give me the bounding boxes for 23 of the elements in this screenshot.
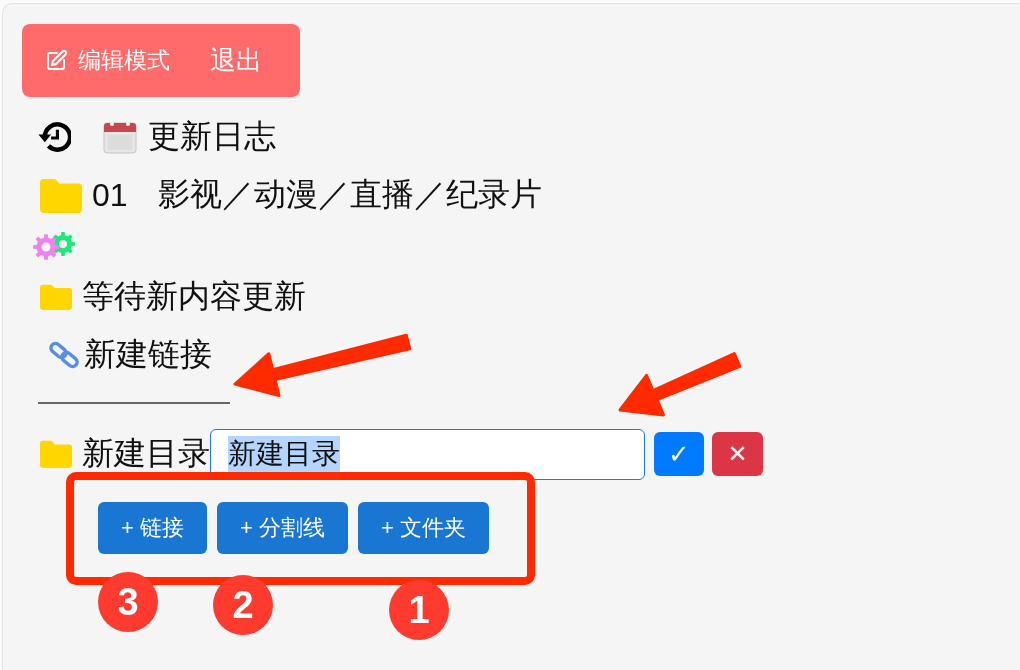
tree-item-label[interactable]: 等待新内容更新 [82, 275, 306, 319]
edit-icon [46, 49, 68, 72]
step-number: 1 [389, 580, 449, 640]
tree-item-label[interactable]: 新建目录 [82, 432, 210, 476]
folder-icon [40, 284, 72, 310]
add-item-button[interactable]: + 文件夹 [357, 502, 489, 554]
history-icon [38, 119, 71, 155]
folder-number[interactable]: 01 [92, 176, 128, 214]
add-item-button[interactable]: + 分割线 [216, 502, 348, 554]
tree-item-label[interactable]: 更新日志 [148, 115, 276, 159]
mode-label: 编辑模式 [78, 46, 170, 75]
cancel-button[interactable]: ✕ [712, 432, 763, 476]
step-number: 3 [98, 572, 158, 632]
step-number: 2 [213, 575, 273, 635]
folder-icon [40, 177, 82, 213]
folder-icon [40, 440, 72, 468]
add-item-button[interactable]: + 链接 [98, 502, 207, 554]
tree-item-label[interactable]: 影视／动漫／直播／纪录片 [157, 173, 542, 217]
tree-item-label[interactable]: 新建链接 [84, 333, 212, 377]
gears-icon[interactable] [33, 231, 75, 261]
confirm-button[interactable]: ✓ [654, 432, 704, 476]
calendar-icon [103, 120, 137, 154]
link-icon [48, 340, 80, 370]
